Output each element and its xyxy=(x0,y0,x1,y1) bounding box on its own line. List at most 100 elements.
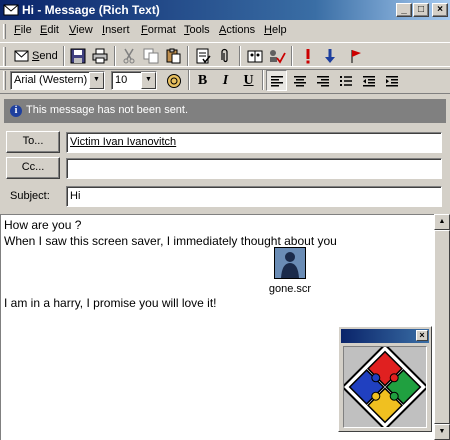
to-button[interactable]: To... xyxy=(6,131,60,153)
align-right-button[interactable] xyxy=(312,70,333,91)
align-center-button[interactable] xyxy=(289,70,310,91)
popup-window: × xyxy=(338,326,432,432)
align-left-icon xyxy=(270,75,283,86)
body-line: I am in a harry, I promise you will love… xyxy=(4,296,217,310)
cut-button[interactable] xyxy=(119,46,139,66)
importance-low-button[interactable] xyxy=(320,46,340,66)
attachment[interactable]: gone.scr xyxy=(267,247,313,297)
send-label: Send xyxy=(32,50,58,62)
message-window: Hi - Message (Rich Text) _ □ × File Edit… xyxy=(0,0,450,440)
subject-field[interactable]: Hi xyxy=(66,186,442,207)
info-bar: i This message has not been sent. xyxy=(4,99,446,123)
cut-icon xyxy=(123,48,135,64)
print-button[interactable] xyxy=(90,46,110,66)
screensaver-file-icon xyxy=(274,247,306,279)
attach-icon xyxy=(221,48,228,63)
check-button[interactable] xyxy=(267,46,287,66)
menu-bar: File Edit View Insert Format Tools Actio… xyxy=(0,21,450,41)
menu-edit[interactable]: Edit xyxy=(40,24,59,36)
cc-field[interactable] xyxy=(66,158,442,179)
font-value: Arial (Western) xyxy=(14,74,88,86)
bold-button[interactable]: B xyxy=(192,70,213,91)
send-button[interactable]: Send xyxy=(12,46,60,66)
cc-button[interactable]: Cc... xyxy=(6,157,60,179)
formatting-toolbar: Arial (Western) ▼ 10 ▼ B I U xyxy=(0,66,450,94)
flag-icon xyxy=(351,50,361,63)
menubar-grip[interactable] xyxy=(3,24,6,39)
maximize-button[interactable]: □ xyxy=(413,3,429,17)
cc-label: Cc... xyxy=(21,161,45,173)
font-size-select[interactable]: 10 ▼ xyxy=(111,71,157,90)
message-icon xyxy=(3,4,19,16)
toolbar-separator xyxy=(291,46,293,66)
vertical-scrollbar[interactable]: ▲ ▼ xyxy=(434,214,450,440)
menu-format[interactable]: Format xyxy=(141,24,176,36)
info-icon: i xyxy=(10,105,22,117)
popup-close-icon[interactable]: × xyxy=(416,330,428,341)
paste-button[interactable] xyxy=(163,46,183,66)
importance-high-icon xyxy=(306,49,310,64)
save-button[interactable] xyxy=(68,46,88,66)
scroll-thumb[interactable] xyxy=(434,230,450,424)
paste-icon xyxy=(166,48,181,64)
minimize-button[interactable]: _ xyxy=(396,3,412,17)
menu-actions[interactable]: Actions xyxy=(219,24,255,36)
toolbar-grip[interactable] xyxy=(3,71,6,90)
font-size-value: 10 xyxy=(115,74,128,86)
popup-title-bar[interactable]: × xyxy=(341,329,429,343)
importance-low-icon xyxy=(325,49,335,63)
to-recipient[interactable]: Victim Ivan Ivanovitch xyxy=(70,136,176,148)
toolbar-separator xyxy=(114,46,116,66)
window-title: Hi - Message (Rich Text) xyxy=(22,3,160,17)
decrease-indent-button[interactable] xyxy=(358,70,379,91)
align-right-icon xyxy=(316,75,329,86)
bullets-button[interactable] xyxy=(335,70,356,91)
menu-view[interactable]: View xyxy=(69,24,93,36)
copy-button[interactable] xyxy=(141,46,161,66)
style-button[interactable] xyxy=(164,71,184,91)
save-icon xyxy=(70,48,86,64)
menu-tools[interactable]: Tools xyxy=(184,24,210,36)
check-icon xyxy=(270,50,286,64)
title-bar[interactable]: Hi - Message (Rich Text) _ □ × xyxy=(0,0,450,20)
increase-indent-icon xyxy=(385,75,398,86)
check-names-button[interactable] xyxy=(193,46,213,66)
scroll-down-button[interactable]: ▼ xyxy=(434,424,450,440)
toolbar-separator xyxy=(188,70,190,90)
attachment-name: gone.scr xyxy=(268,283,312,295)
to-label: To... xyxy=(22,135,44,147)
attach-button[interactable] xyxy=(215,46,235,66)
body-line: How are you ? xyxy=(4,218,82,232)
underline-button[interactable]: U xyxy=(238,70,259,91)
italic-button[interactable]: I xyxy=(215,70,236,91)
scroll-up-button[interactable]: ▲ xyxy=(434,214,450,230)
to-field[interactable]: Victim Ivan Ivanovitch xyxy=(66,132,442,153)
close-button[interactable]: × xyxy=(432,3,448,17)
info-message: This message has not been sent. xyxy=(26,104,189,116)
toolbar-separator xyxy=(239,46,241,66)
menu-help[interactable]: Help xyxy=(264,24,287,36)
increase-indent-button[interactable] xyxy=(381,70,402,91)
puzzle-logo-icon xyxy=(341,343,429,431)
chevron-down-icon[interactable]: ▼ xyxy=(141,72,156,89)
bullets-icon xyxy=(339,75,352,86)
font-select[interactable]: Arial (Western) ▼ xyxy=(10,71,105,90)
send-icon xyxy=(14,50,29,62)
align-left-button[interactable] xyxy=(266,70,287,91)
flag-button[interactable] xyxy=(346,46,366,66)
align-center-icon xyxy=(293,75,306,86)
menu-file[interactable]: File xyxy=(14,24,32,36)
toolbar-separator xyxy=(262,70,264,90)
decrease-indent-icon xyxy=(362,75,375,86)
copy-icon xyxy=(143,48,159,64)
importance-high-button[interactable] xyxy=(298,46,318,66)
toolbar-separator xyxy=(63,46,65,66)
menu-insert[interactable]: Insert xyxy=(102,24,130,36)
check-names-icon xyxy=(196,48,211,64)
toolbar-separator xyxy=(187,46,189,66)
style-icon xyxy=(167,74,181,88)
toolbar-grip[interactable] xyxy=(3,47,6,66)
address-book-icon xyxy=(247,50,263,63)
address-book-button[interactable] xyxy=(245,46,265,66)
chevron-down-icon[interactable]: ▼ xyxy=(89,72,104,89)
